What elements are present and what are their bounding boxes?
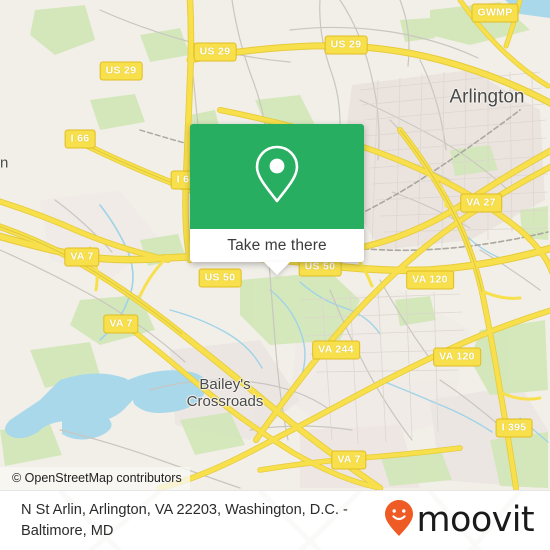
road-shield: VA 27 [460,193,502,213]
road-shield: US 50 [198,268,242,288]
road-shield: VA 120 [406,270,454,290]
popup-pin-area [190,124,364,229]
location-pin-icon [253,143,301,210]
moovit-brand[interactable]: moovit [384,499,550,542]
footer-bar: N St Arlin, Arlington, VA 22203, Washing… [0,490,550,550]
moovit-wordmark: moovit [416,500,535,540]
road-shield: VA 244 [312,340,360,360]
road-shield: US 29 [324,35,368,55]
road-shield: GWMP [471,3,519,23]
road-shield: VA 120 [433,347,481,367]
road-shield: I 395 [495,418,533,438]
road-shield: US 29 [99,61,143,81]
map-canvas[interactable]: .hw { stroke:#f7e04b; stroke-linecap:rou… [0,0,550,490]
place-label: n [0,154,9,172]
location-popup-card[interactable]: Take me there [190,124,364,275]
moovit-map-screen: .hw { stroke:#f7e04b; stroke-linecap:rou… [0,0,550,550]
moovit-smiley-pin-icon [384,499,414,542]
osm-attribution[interactable]: © OpenStreetMap contributors [0,467,190,490]
take-me-there-button[interactable]: Take me there [227,237,327,255]
popup-tail-pointer [264,262,290,275]
road-shield: VA 7 [331,450,367,470]
page-title: N St Arlin, Arlington, VA 22203, Washing… [21,501,348,539]
road-shield: VA 7 [103,314,139,334]
road-shield: US 29 [193,42,237,62]
road-shield: I 66 [64,129,96,149]
popup-cta-area[interactable]: Take me there [190,229,364,275]
place-label: Bailey's Crossroads [186,376,264,410]
place-label: Arlington [449,86,525,108]
road-shield: VA 7 [64,247,100,267]
